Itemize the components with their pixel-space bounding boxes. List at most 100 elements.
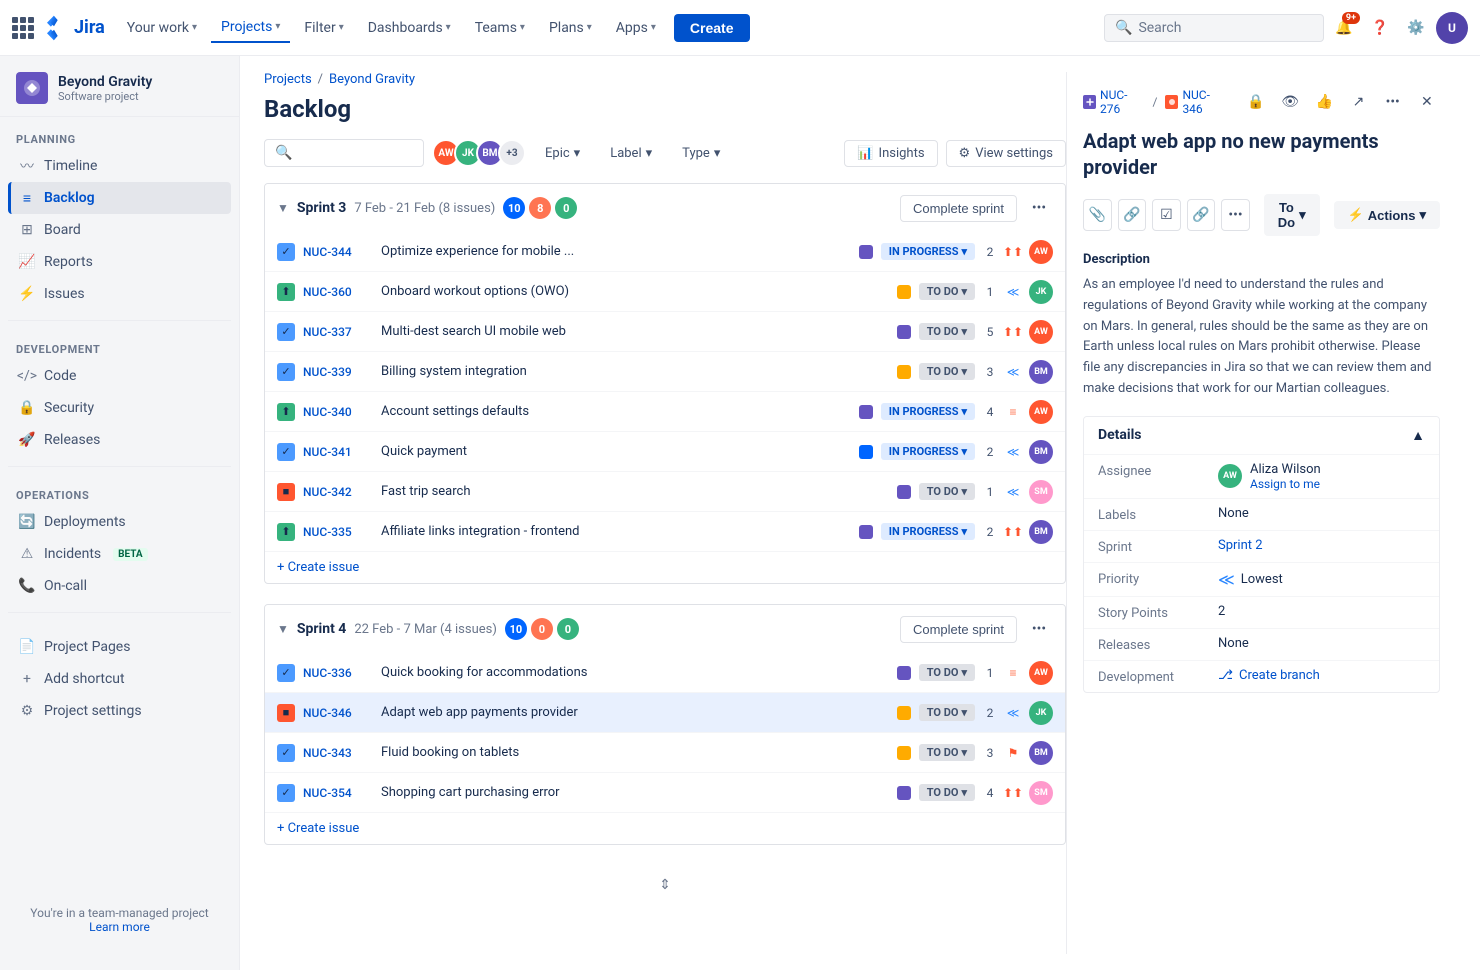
complete-sprint-4-button[interactable]: Complete sprint [900,616,1017,643]
projects-nav[interactable]: Projects ▾ [211,13,290,43]
sidebar-item-code[interactable]: </> Code [8,360,231,392]
detail-issue-key[interactable]: NUC-346 [1165,88,1226,116]
issue-row[interactable]: ✓ NUC-341 Quick payment IN PROGRESS ▾ 2 … [265,432,1065,472]
issue-type-icon [1165,95,1178,109]
profile-avatar[interactable]: U [1436,12,1468,44]
create-issue-sprint4[interactable]: + Create issue [265,813,1065,844]
sidebar-item-add-shortcut[interactable]: + Add shortcut [8,663,231,695]
app-logo[interactable]: Jira [12,14,105,42]
issue-status[interactable]: TO DO ▾ [919,704,975,721]
detail-attachment-icon[interactable]: 📎 [1083,199,1112,231]
filter-nav[interactable]: Filter ▾ [294,14,353,42]
issue-color-dot [859,445,873,459]
notifications-button[interactable]: 🔔 9+ [1328,12,1360,44]
detail-more-button[interactable]: ••• [1380,88,1406,116]
issue-status[interactable]: TO DO ▾ [919,784,975,801]
create-button[interactable]: Create [674,14,750,42]
issue-row[interactable]: ⬆ NUC-340 Account settings defaults IN P… [265,392,1065,432]
sidebar-item-board[interactable]: ⊞ Board [8,214,231,246]
issue-row[interactable]: ⬆ NUC-360 Onboard workout options (OWO) … [265,272,1065,312]
issue-status[interactable]: TO DO ▾ [919,744,975,761]
sidebar-item-reports[interactable]: 📈 Reports [8,246,231,278]
avatar-extra[interactable]: +3 [498,139,526,167]
issue-status[interactable]: TO DO ▾ [919,664,975,681]
issue-status[interactable]: TO DO ▾ [919,323,975,340]
issue-summary: Billing system integration [381,364,889,379]
sidebar-item-releases[interactable]: 🚀 Releases [8,424,231,456]
sidebar-item-backlog[interactable]: ≡ Backlog [8,182,231,214]
issue-row[interactable]: ✓ NUC-337 Multi-dest search UI mobile we… [265,312,1065,352]
sidebar-item-incidents[interactable]: ⚠ Incidents BETA [8,538,231,570]
detail-link-icon[interactable]: 🔗 [1187,199,1216,231]
view-settings-button[interactable]: ⚙ View settings [946,140,1066,167]
project-breadcrumb-link[interactable]: Beyond Gravity [329,72,415,87]
detail-lock-button[interactable]: 🔒 [1243,88,1269,116]
create-issue-sprint3[interactable]: + Create issue [265,552,1065,583]
sprint-4-header[interactable]: ▼ Sprint 4 22 Feb - 7 Mar (4 issues) 10 … [265,605,1065,653]
issue-row[interactable]: ✓ NUC-339 Billing system integration TO … [265,352,1065,392]
sidebar-item-oncall[interactable]: 📞 On-call [8,570,231,602]
backlog-search[interactable]: 🔍 [264,139,424,167]
issue-row[interactable]: ✓ NUC-336 Quick booking for accommodatio… [265,653,1065,693]
assignee-avatar: AW [1029,320,1053,344]
issue-status[interactable]: IN PROGRESS ▾ [881,243,975,260]
learn-more-link[interactable]: Learn more [89,920,150,934]
issue-status[interactable]: TO DO ▾ [919,483,975,500]
issue-row[interactable]: ⬆ NUC-335 Affiliate links integration - … [265,512,1065,552]
issue-row[interactable]: ■ NUC-346 Adapt web app payments provide… [265,693,1065,733]
issue-row[interactable]: ✓ NUC-354 Shopping cart purchasing error… [265,773,1065,813]
chevron-icon: ▾ [714,146,721,161]
create-branch-link[interactable]: ⎇ Create branch [1218,668,1425,683]
plans-nav[interactable]: Plans ▾ [539,14,602,42]
sprint-4-menu-button[interactable]: ••• [1025,615,1053,643]
sidebar-item-project-pages[interactable]: 📄 Project Pages [8,631,231,663]
settings-button[interactable]: ⚙️ [1400,12,1432,44]
issue-row[interactable]: ✓ NUC-344 Optimize experience for mobile… [265,232,1065,272]
story-points-field: Story Points 2 [1084,596,1439,628]
sprint-value[interactable]: Sprint 2 [1218,538,1425,553]
search-box[interactable]: 🔍 Search [1104,14,1324,42]
dashboards-nav[interactable]: Dashboards ▾ [358,14,461,42]
help-button[interactable]: ❓ [1364,12,1396,44]
assign-to-me-link[interactable]: Assign to me [1250,477,1321,491]
issue-row[interactable]: ■ NUC-342 Fast trip search TO DO ▾ 1 ≪ S… [265,472,1065,512]
issue-status[interactable]: TO DO ▾ [919,363,975,380]
your-work-nav[interactable]: Your work ▾ [117,14,207,42]
detail-diagram-icon[interactable]: 🔗 [1118,199,1147,231]
details-header[interactable]: Details ▲ [1084,417,1439,454]
chart-icon: 📊 [857,146,873,161]
label-filter[interactable]: Label ▾ [599,140,663,167]
issue-status[interactable]: TO DO ▾ [919,283,975,300]
incidents-icon: ⚠ [18,545,36,563]
epic-filter[interactable]: Epic ▾ [534,140,591,167]
detail-more-actions-icon[interactable]: ••• [1221,199,1250,231]
detail-like-button[interactable]: 👍 [1311,88,1337,116]
sprint-3-header[interactable]: ▼ Sprint 3 7 Feb - 21 Feb (8 issues) 10 … [265,184,1065,232]
detail-checklist-icon[interactable]: ☑ [1152,199,1181,231]
issue-row[interactable]: ✓ NUC-343 Fluid booking on tablets TO DO… [265,733,1065,773]
issue-status[interactable]: IN PROGRESS ▾ [881,443,975,460]
detail-share-button[interactable]: ↗ [1345,88,1371,116]
apps-nav[interactable]: Apps ▾ [606,14,666,42]
insights-button[interactable]: 📊 Insights [844,140,937,167]
detail-parent-key[interactable]: NUC-276 [1083,88,1144,116]
resize-handle: ⇕ [264,865,1066,905]
type-filter[interactable]: Type ▾ [671,140,731,167]
sidebar-item-security[interactable]: 🔒 Security [8,392,231,424]
complete-sprint-3-button[interactable]: Complete sprint [900,195,1017,222]
teams-nav[interactable]: Teams ▾ [465,14,535,42]
projects-breadcrumb-link[interactable]: Projects [264,72,312,87]
assignee-avatar: AW [1029,400,1053,424]
sprint-3-menu-button[interactable]: ••• [1025,194,1053,222]
detail-watch-button[interactable]: 👁 [1277,88,1303,116]
sidebar-item-timeline[interactable]: 〰 Timeline [8,150,231,182]
sidebar-item-issues[interactable]: ⚡ Issues [8,278,231,310]
reports-icon: 📈 [18,253,36,271]
sidebar-item-project-settings[interactable]: ⚙ Project settings [8,695,231,727]
sidebar-item-deployments[interactable]: 🔄 Deployments [8,506,231,538]
issue-status[interactable]: IN PROGRESS ▾ [881,523,975,540]
issue-status[interactable]: IN PROGRESS ▾ [881,403,975,420]
detail-actions-button[interactable]: ⚡ Actions ▾ [1334,201,1440,229]
detail-status-button[interactable]: To Do ▾ [1264,194,1320,236]
detail-close-button[interactable]: ✕ [1414,88,1440,116]
